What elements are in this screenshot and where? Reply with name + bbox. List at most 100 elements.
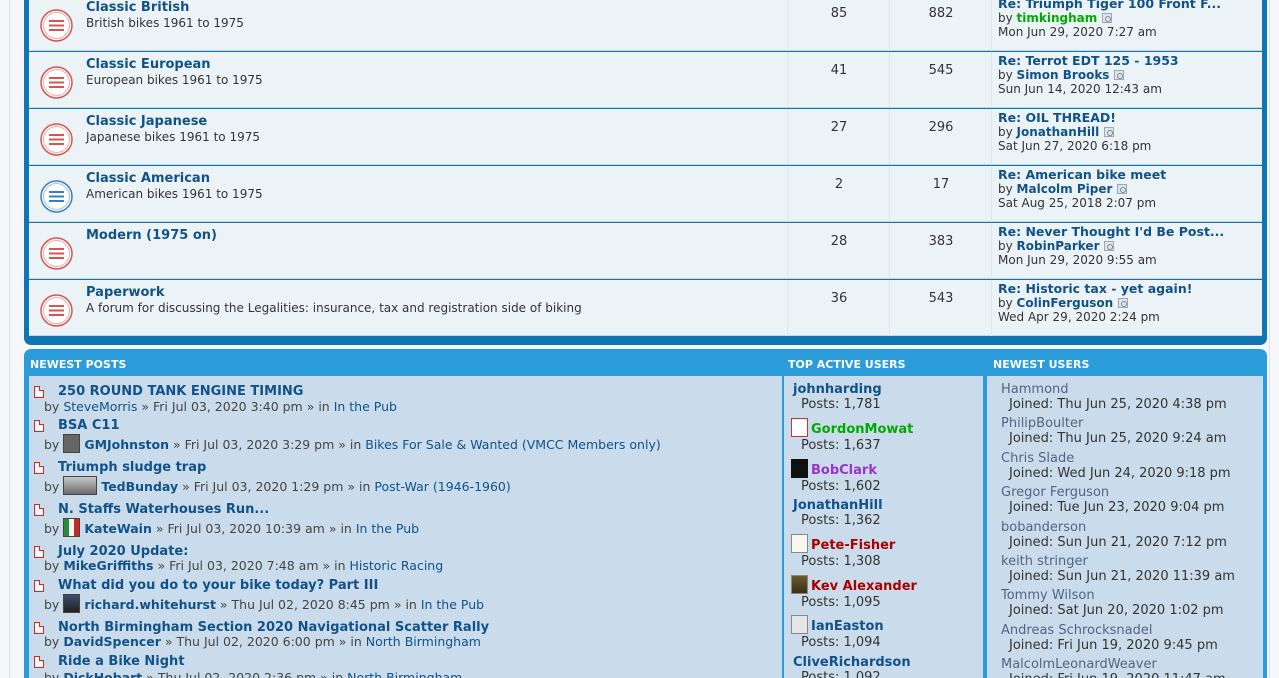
last-post-byline: by timkingham <box>998 11 1221 25</box>
user-name-link[interactable]: BobClark <box>811 463 877 478</box>
new-user-name-link[interactable]: Andreas Schrocksnadel <box>1001 623 1152 638</box>
forum-link[interactable]: In the Pub <box>356 521 419 536</box>
active-user[interactable]: JonathanHill <box>793 498 883 513</box>
author-link[interactable]: DavidSpencer <box>63 634 161 649</box>
join-date: Joined: Sun Jun 21, 2020 11:39 am <box>1009 569 1235 584</box>
view-latest-post-icon[interactable] <box>1104 241 1115 251</box>
author-link[interactable]: richard.whitehurst <box>84 597 216 612</box>
view-latest-post-icon[interactable] <box>1117 184 1128 194</box>
forum-link[interactable]: Post-War (1946-1960) <box>374 479 510 494</box>
new-user-name-link[interactable]: PhilipBoulter <box>1001 416 1083 431</box>
view-latest-post-icon[interactable] <box>1118 298 1129 308</box>
new-user-name-link[interactable]: MalcolmLeonardWeaver <box>1001 657 1157 672</box>
last-post-date: Sat Jun 27, 2020 6:18 pm <box>998 139 1152 153</box>
post-title-link[interactable]: Triumph sludge trap <box>58 460 206 475</box>
view-latest-post-icon[interactable] <box>1104 127 1115 137</box>
post-meta: by MikeGriffiths » Fri Jul 03, 2020 7:48… <box>44 558 443 573</box>
post-meta: by GMJohnston » Fri Jul 03, 2020 3:29 pm… <box>44 434 661 453</box>
active-user[interactable]: GordonMowat <box>791 418 913 437</box>
column-divider <box>889 280 890 336</box>
forum-link[interactable]: In the Pub <box>334 399 397 414</box>
forum-title-link[interactable]: Classic European <box>86 57 211 72</box>
post-title-link[interactable]: BSA C11 <box>58 418 120 433</box>
post-title-link[interactable]: 250 ROUND TANK ENGINE TIMING <box>58 384 303 399</box>
user-name-link[interactable]: CliveRichardson <box>793 655 911 670</box>
stats-panel: NEWEST POSTS TOP ACTIVE USERS NEWEST USE… <box>24 349 1267 678</box>
column-divider <box>889 223 890 279</box>
new-user-name-link[interactable]: Hammond <box>1001 382 1069 397</box>
forum-row[interactable]: Classic Japanese Japanese bikes 1961 to 1… <box>29 109 1262 165</box>
author-link[interactable]: DickHobart <box>63 670 142 678</box>
active-user[interactable]: johnharding <box>793 382 882 397</box>
author-link[interactable]: SteveMorris <box>63 399 137 414</box>
forum-row[interactable]: Classic American American bikes 1961 to 1… <box>29 166 1262 222</box>
last-post-author-link[interactable]: Simon Brooks <box>1017 68 1110 82</box>
new-user-name-link[interactable]: Chris Slade <box>1001 451 1074 466</box>
active-user[interactable]: CliveRichardson <box>793 655 911 670</box>
topic-file-icon <box>34 622 44 634</box>
last-post-title-link[interactable]: Re: Terrot EDT 125 - 1953 <box>998 54 1179 68</box>
user-name-link[interactable]: johnharding <box>793 382 882 397</box>
user-post-count: Posts: 1,637 <box>801 438 881 453</box>
forum-title-link[interactable]: Classic American <box>86 171 210 186</box>
forum-title-link[interactable]: Modern (1975 on) <box>86 228 217 243</box>
user-name-link[interactable]: Kev Alexander <box>811 579 917 594</box>
forum-description: British bikes 1961 to 1975 <box>86 16 244 30</box>
post-title-link[interactable]: Ride a Bike Night <box>58 654 185 669</box>
active-user[interactable]: IanEaston <box>791 615 884 634</box>
active-user[interactable]: Kev Alexander <box>791 575 917 594</box>
forum-row[interactable]: Classic European European bikes 1961 to 1… <box>29 52 1262 108</box>
last-post-author-link[interactable]: Malcolm Piper <box>1017 182 1113 196</box>
post-title-link[interactable]: July 2020 Update: <box>58 544 188 559</box>
user-name-link[interactable]: GordonMowat <box>811 422 913 437</box>
forum-link[interactable]: Historic Racing <box>349 558 443 573</box>
last-post-title-link[interactable]: Re: Never Thought I'd Be Post... <box>998 225 1224 239</box>
user-name-link[interactable]: JonathanHill <box>793 498 883 513</box>
post-meta: by DickHobart » Thu Jul 02, 2020 2:36 pm… <box>44 670 462 678</box>
column-divider <box>889 109 890 165</box>
last-post-author-link[interactable]: ColinFerguson <box>1017 296 1114 310</box>
active-user[interactable]: Pete-Fisher <box>791 534 895 553</box>
top-active-users-list: johnharding Posts: 1,781 GordonMowat Posts:… <box>784 376 983 678</box>
view-latest-post-icon[interactable] <box>1102 13 1113 23</box>
view-latest-post-icon[interactable] <box>1114 70 1125 80</box>
new-user-name-link[interactable]: Gregor Ferguson <box>1001 485 1109 500</box>
last-post-title-link[interactable]: Re: Triumph Tiger 100 Front F... <box>998 0 1221 11</box>
post-title-link[interactable]: N. Staffs Waterhouses Run... <box>58 502 269 517</box>
author-link[interactable]: TedBunday <box>101 479 178 494</box>
column-divider <box>991 52 992 108</box>
new-user-name-link[interactable]: bobanderson <box>1001 520 1086 535</box>
forum-link[interactable]: Bikes For Sale & Wanted (VMCC Members on… <box>365 437 660 452</box>
last-post-title-link[interactable]: Re: Historic tax - yet again! <box>998 282 1192 296</box>
author-link[interactable]: GMJohnston <box>84 437 169 452</box>
forum-link[interactable]: In the Pub <box>421 597 484 612</box>
by-label: by <box>998 239 1013 253</box>
new-user-name-link[interactable]: Tommy Wilson <box>1001 588 1095 603</box>
column-divider <box>787 109 788 165</box>
post-title-link[interactable]: What did you do to your bike today? Part… <box>58 578 378 593</box>
forum-title-link[interactable]: Classic British <box>86 0 189 15</box>
post-title-link[interactable]: North Birmingham Section 2020 Navigation… <box>58 620 489 635</box>
forum-link[interactable]: North Birmingham <box>366 634 481 649</box>
author-link[interactable]: MikeGriffiths <box>63 558 153 573</box>
last-post: Re: Triumph Tiger 100 Front F... by timki… <box>998 0 1221 39</box>
by-label: by <box>44 399 60 414</box>
posts-count: 545 <box>928 63 954 78</box>
forum-title-link[interactable]: Classic Japanese <box>86 114 207 129</box>
user-name-link[interactable]: Pete-Fisher <box>811 538 895 553</box>
forum-row[interactable]: Classic British British bikes 1961 to 197… <box>29 0 1262 51</box>
last-post-author-link[interactable]: RobinParker <box>1017 239 1100 253</box>
last-post-author-link[interactable]: timkingham <box>1017 11 1098 25</box>
forum-title-link[interactable]: Paperwork <box>86 285 164 300</box>
last-post-title-link[interactable]: Re: OIL THREAD! <box>998 111 1151 125</box>
new-user-name-link[interactable]: keith stringer <box>1001 554 1088 569</box>
column-divider <box>787 223 788 279</box>
forum-row[interactable]: Paperwork A forum for discussing the Lega… <box>29 280 1262 336</box>
forum-row[interactable]: Modern (1975 on) 28 383 Re: Never Thought I… <box>29 223 1262 279</box>
last-post-title-link[interactable]: Re: American bike meet <box>998 168 1166 182</box>
forum-link[interactable]: North Birmingham <box>347 670 462 678</box>
active-user[interactable]: BobClark <box>791 459 877 478</box>
author-link[interactable]: KateWain <box>84 521 152 536</box>
user-name-link[interactable]: IanEaston <box>811 619 884 634</box>
last-post-author-link[interactable]: JonathanHill <box>1017 125 1100 139</box>
